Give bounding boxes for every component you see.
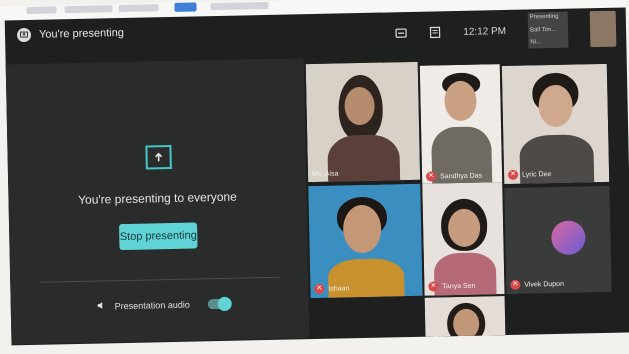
- participant-label: ✕ Ishaan: [314, 283, 350, 295]
- participant-tile[interactable]: ✕ Lyric Dee: [501, 63, 610, 185]
- meet-window: You're presenting 12:12 PM Presenting Ba…: [4, 7, 629, 346]
- participant-label: ✕ Vivek Dupon: [510, 279, 564, 290]
- participant-label: ✕ Sandhya Das: [425, 170, 483, 182]
- participant-tile[interactable]: [424, 296, 506, 338]
- presenting-message: You're presenting to everyone: [78, 189, 237, 207]
- presentation-audio-toggle[interactable]: [207, 298, 230, 310]
- participant-label: ✕ Lyric Dee: [507, 169, 552, 180]
- participant-tile[interactable]: Ms. Aisa: [305, 61, 421, 183]
- chat-icon[interactable]: [429, 26, 441, 39]
- participant-label: Ms. Aisa: [312, 170, 339, 178]
- mic-off-icon: ✕: [314, 283, 325, 295]
- self-thumbnail: [589, 10, 617, 48]
- presenting-header: You're presenting: [16, 26, 125, 43]
- divider: [40, 276, 281, 283]
- speaker-icon: [97, 300, 107, 312]
- participant-tile[interactable]: ✕ Vivek Dupon: [504, 185, 612, 295]
- participant-name: Sandhya Das: [440, 171, 483, 180]
- page-title: You're presenting: [38, 26, 125, 41]
- mic-off-icon: ✕: [425, 171, 437, 182]
- self-view-line: Ball Tim...: [529, 26, 557, 33]
- present-screen-icon: [16, 27, 32, 43]
- participant-tile[interactable]: ✕ Ishaan: [308, 183, 423, 299]
- mic-off-icon: ✕: [428, 281, 439, 292]
- clock-time: 12:12 PM: [463, 25, 507, 38]
- participant-name: Ms. Aisa: [311, 170, 339, 179]
- self-view-line: Presenting: [529, 13, 559, 21]
- stop-presenting-button[interactable]: Stop presenting: [119, 222, 198, 251]
- header-controls: 12:12 PM Presenting Ball Tim... Ni...: [395, 7, 627, 54]
- browser-blue-button[interactable]: [174, 2, 197, 12]
- upload-arrow-icon: [145, 144, 172, 170]
- self-view-line: Ni...: [530, 39, 542, 46]
- self-view-box[interactable]: Presenting Ball Tim... Ni...: [527, 11, 569, 49]
- participant-label: ✕ Tanya Sen: [428, 281, 476, 292]
- participant-name: Vivek Dupon: [524, 280, 565, 289]
- participant-name: Lyric Dee: [521, 170, 552, 179]
- captions-icon[interactable]: [395, 27, 407, 39]
- mic-off-icon: ✕: [507, 169, 519, 180]
- participant-tile[interactable]: ✕ Tanya Sen: [422, 182, 505, 296]
- participant-tile[interactable]: ✕ Sandhya Das: [419, 64, 503, 186]
- participant-name: Tanya Sen: [442, 282, 476, 290]
- presentation-audio-row: Presentation audio: [97, 298, 230, 313]
- presenting-panel: You're presenting to everyone Stop prese…: [5, 58, 310, 345]
- mic-off-icon: ✕: [510, 279, 521, 290]
- participant-name: Ishaan: [328, 284, 350, 293]
- presentation-audio-label: Presentation audio: [114, 299, 190, 312]
- photo-frame: You're presenting 12:12 PM Presenting Ba…: [0, 0, 629, 354]
